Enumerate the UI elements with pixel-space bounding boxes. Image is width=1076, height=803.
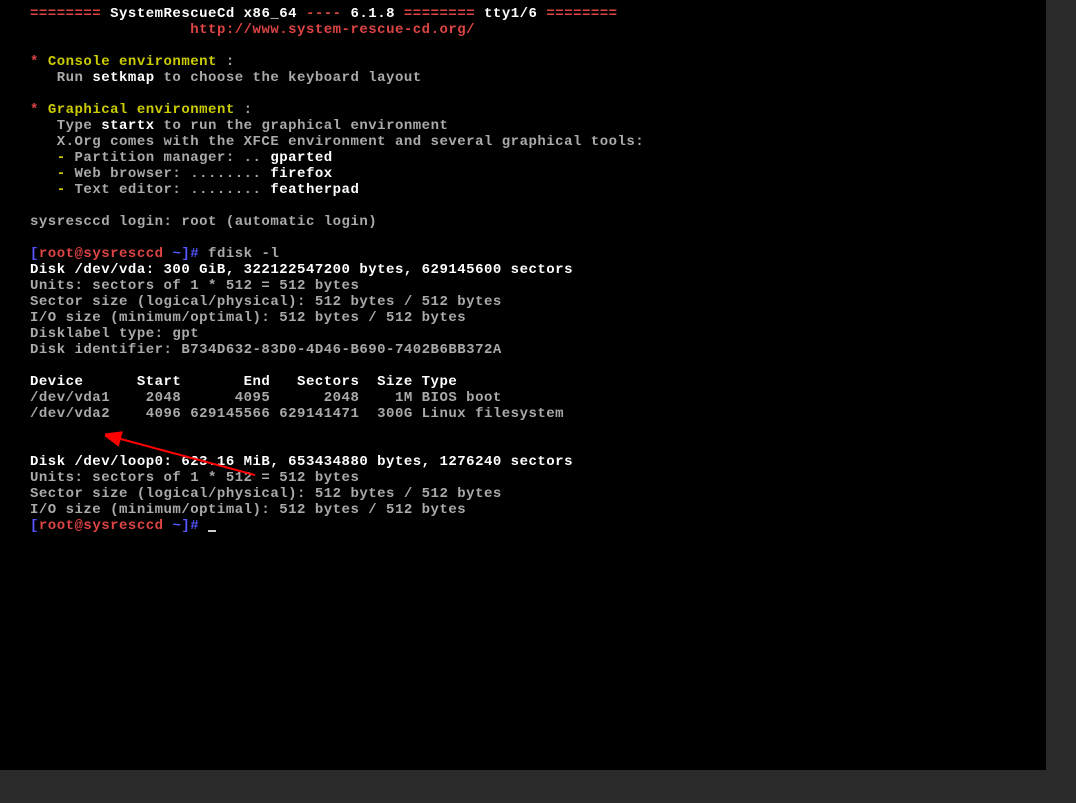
tool-firefox: - Web browser: ........ firefox	[30, 166, 1046, 182]
disk-loop-units: Units: sectors of 1 * 512 = 512 bytes	[30, 470, 1046, 486]
console-env-title: * Console environment :	[30, 54, 1046, 70]
disk-loop-io: I/O size (minimum/optimal): 512 bytes / …	[30, 502, 1046, 518]
terminal-window[interactable]: ======== SystemRescueCd x86_64 ---- 6.1.…	[0, 0, 1046, 770]
prompt-idle[interactable]: [root@sysresccd ~]#	[30, 518, 1046, 534]
disk-loop-header: Disk /dev/loop0: 623.16 MiB, 653434880 b…	[30, 454, 1046, 470]
graphical-env-xorg: X.Org comes with the XFCE environment an…	[30, 134, 1046, 150]
graphical-env-startx: Type startx to run the graphical environ…	[30, 118, 1046, 134]
console-env-setkmap: Run setkmap to choose the keyboard layou…	[30, 70, 1046, 86]
prompt-fdisk: [root@sysresccd ~]# fdisk -l	[30, 246, 1046, 262]
tool-featherpad: - Text editor: ........ featherpad	[30, 182, 1046, 198]
tool-gparted: - Partition manager: .. gparted	[30, 150, 1046, 166]
disk-vda-sector: Sector size (logical/physical): 512 byte…	[30, 294, 1046, 310]
disk-vda-label: Disklabel type: gpt	[30, 326, 1046, 342]
disk-vda-header: Disk /dev/vda: 300 GiB, 322122547200 byt…	[30, 262, 1046, 278]
disk-vda-ident: Disk identifier: B734D632-83D0-4D46-B690…	[30, 342, 1046, 358]
graphical-env-title: * Graphical environment :	[30, 102, 1046, 118]
partition-row-vda2: /dev/vda2 4096 629145566 629141471 300G …	[30, 406, 1046, 422]
login-line: sysresccd login: root (automatic login)	[30, 214, 1046, 230]
header-url: http://www.system-rescue-cd.org/	[30, 22, 1046, 38]
disk-vda-units: Units: sectors of 1 * 512 = 512 bytes	[30, 278, 1046, 294]
disk-vda-io: I/O size (minimum/optimal): 512 bytes / …	[30, 310, 1046, 326]
cursor-icon	[208, 530, 216, 532]
header-line: ======== SystemRescueCd x86_64 ---- 6.1.…	[30, 6, 1046, 22]
disk-loop-sector: Sector size (logical/physical): 512 byte…	[30, 486, 1046, 502]
partition-row-vda1: /dev/vda1 2048 4095 2048 1M BIOS boot	[30, 390, 1046, 406]
partition-table-header: Device Start End Sectors Size Type	[30, 374, 1046, 390]
